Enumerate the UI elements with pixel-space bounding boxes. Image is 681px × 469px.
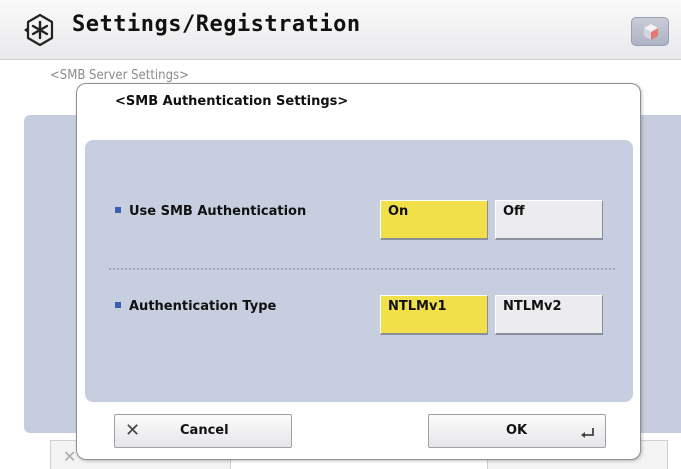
cancel-button[interactable]: ✕ Cancel [114, 414, 292, 448]
settings-panel: Use SMB Authentication On Off Authentica… [85, 140, 633, 402]
bullet-icon [115, 301, 121, 308]
cube-icon [644, 24, 658, 40]
header-bar: Settings/Registration [0, 0, 681, 60]
ok-button[interactable]: OK [428, 414, 606, 448]
close-icon: ✕ [125, 420, 141, 441]
ok-label: OK [506, 423, 528, 438]
use-smb-authentication-label: Use SMB Authentication [115, 204, 306, 219]
ntlmv2-button[interactable]: NTLMv2 [495, 295, 603, 335]
cancel-label: Cancel [180, 423, 229, 438]
settings-asterisk-icon [24, 13, 54, 47]
smb-auth-off-button[interactable]: Off [495, 200, 603, 240]
background-panel [24, 115, 84, 433]
smb-auth-on-button[interactable]: On [380, 200, 488, 240]
row-label-text: Use SMB Authentication [129, 204, 307, 219]
dialog-title: <SMB Authentication Settings> [115, 94, 349, 109]
page-title: Settings/Registration [72, 12, 361, 37]
ntlmv1-button[interactable]: NTLMv1 [380, 295, 488, 335]
smb-authentication-dialog: <SMB Authentication Settings> Use SMB Au… [76, 83, 641, 460]
close-icon: ✕ [63, 447, 77, 466]
background-breadcrumb: <SMB Server Settings> [50, 68, 189, 83]
row-label-text: Authentication Type [129, 299, 277, 314]
authentication-type-label: Authentication Type [115, 299, 276, 314]
bullet-icon [115, 206, 121, 213]
row-divider [109, 268, 615, 270]
header-right-button[interactable] [631, 17, 669, 46]
enter-icon [581, 428, 594, 438]
